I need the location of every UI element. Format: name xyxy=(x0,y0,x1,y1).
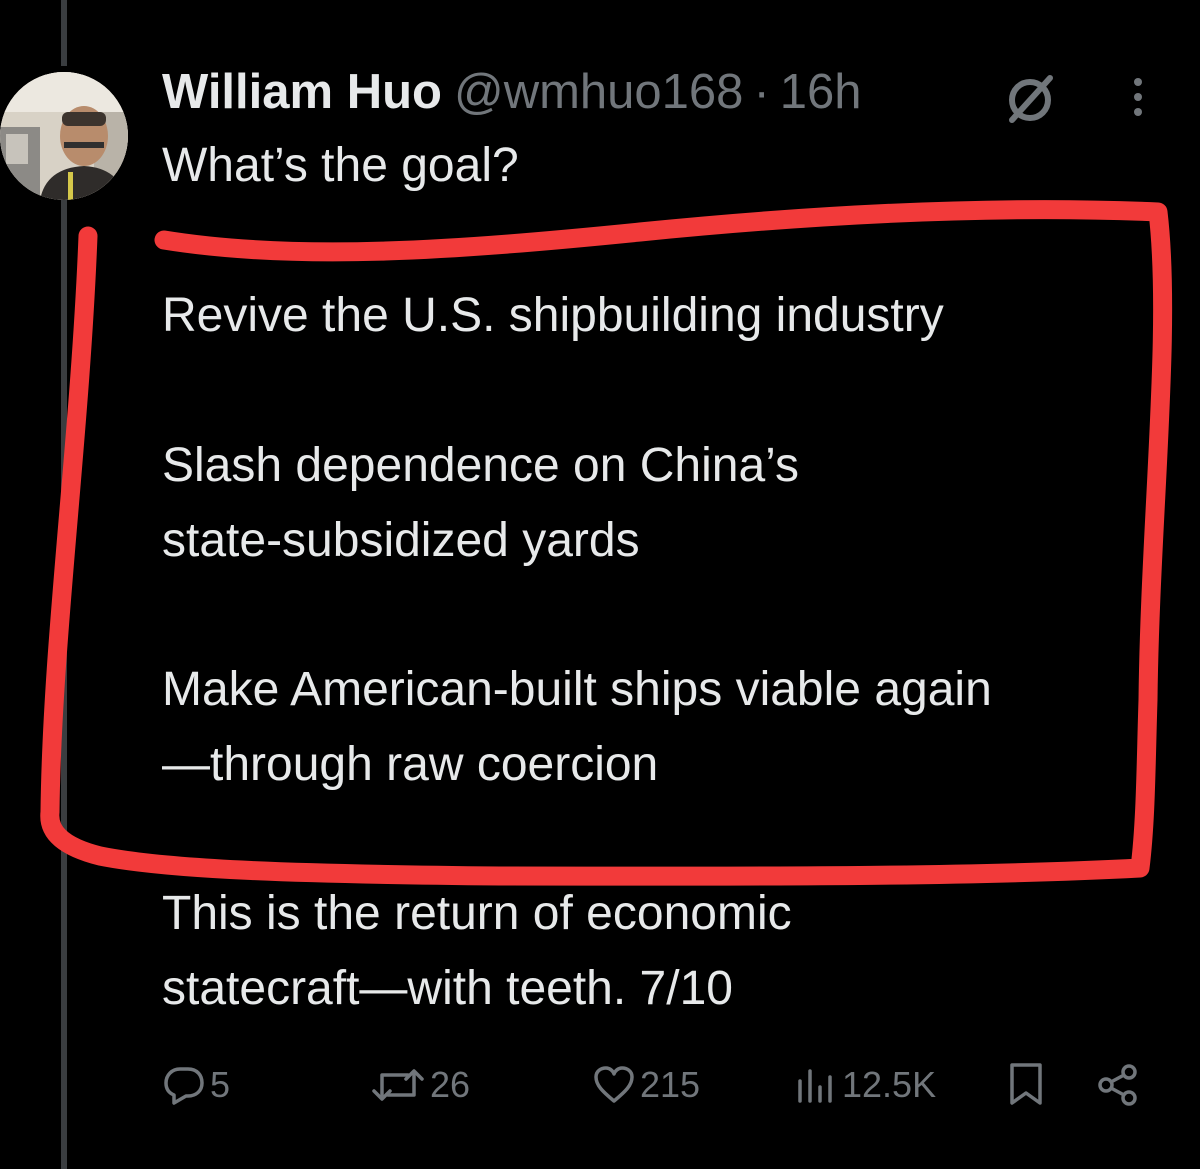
like-count: 215 xyxy=(640,1064,701,1105)
tweet-text-line-4: state-subsidized yards xyxy=(162,514,640,567)
heart-icon xyxy=(592,1063,636,1107)
tweet-text-line-8: statecraft—with teeth. 7/10 xyxy=(162,962,733,1015)
views-icon xyxy=(794,1063,838,1107)
avatar[interactable] xyxy=(0,72,128,200)
views-button[interactable]: 12.5K xyxy=(794,1050,936,1120)
reply-button[interactable]: 5 xyxy=(162,1050,230,1120)
like-button[interactable]: 215 xyxy=(592,1050,700,1120)
more-icon[interactable] xyxy=(1118,72,1158,122)
bookmark-button[interactable] xyxy=(1006,1050,1046,1120)
tweet-text-line-1: What’s the goal? xyxy=(162,139,519,192)
tweet-text-line-6: —through raw coercion xyxy=(162,738,659,791)
reply-count: 5 xyxy=(210,1064,231,1105)
bookmark-icon xyxy=(1006,1061,1046,1109)
tweet-text-line-2: Revive the U.S. shipbuilding industry xyxy=(162,289,944,342)
tweet-text-line-3: Slash dependence on China’s xyxy=(162,439,799,492)
tweet-text-line-5: Make American-built ships viable again xyxy=(162,663,992,716)
tweet-header: William Huo @wmhuo168 · 16h xyxy=(162,64,862,120)
repost-button[interactable]: 26 xyxy=(370,1050,470,1120)
tweet-text-line-7: This is the return of economic xyxy=(162,887,792,940)
share-icon xyxy=(1096,1063,1140,1107)
separator-dot: · xyxy=(753,65,770,119)
author-handle[interactable]: @wmhuo168 xyxy=(454,64,743,120)
share-button[interactable] xyxy=(1096,1050,1140,1120)
author-name[interactable]: William Huo xyxy=(162,64,442,120)
repost-count: 26 xyxy=(430,1064,471,1105)
grok-icon[interactable] xyxy=(1000,68,1060,128)
timestamp[interactable]: 16h xyxy=(780,64,862,120)
reply-icon xyxy=(162,1063,206,1107)
views-count: 12.5K xyxy=(842,1064,937,1105)
tweet-action-bar: 5 26 215 12.5K xyxy=(0,1050,1200,1120)
repost-icon xyxy=(370,1063,426,1107)
